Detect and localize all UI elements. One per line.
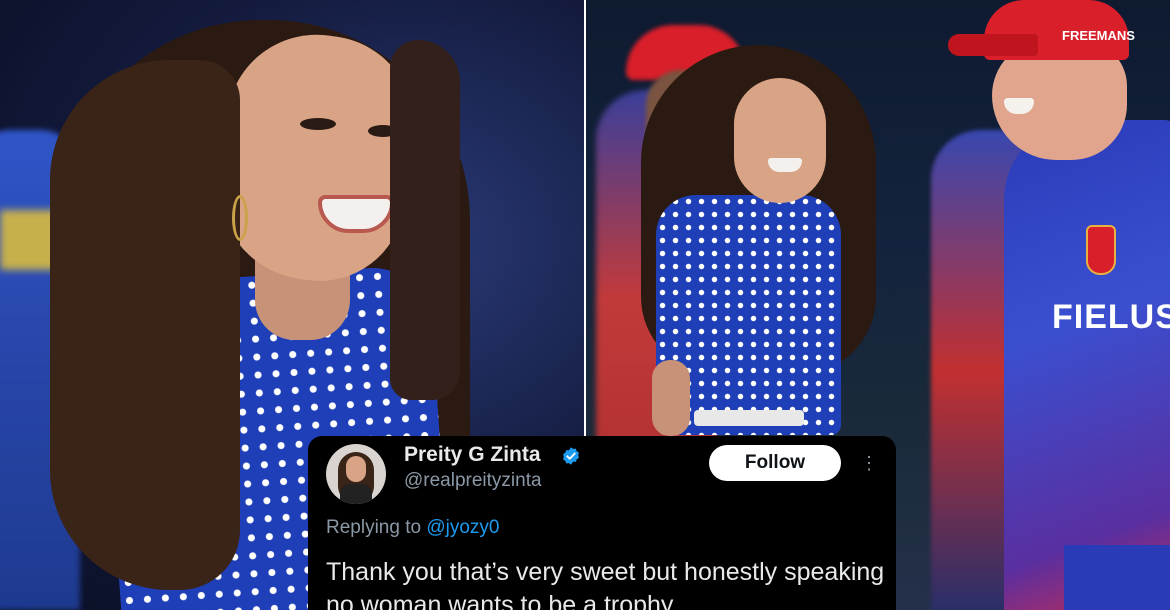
more-icon[interactable]: ⋮ — [860, 452, 878, 474]
man-cap-brim — [948, 34, 1038, 56]
woman-arm — [652, 360, 690, 436]
man-jersey-text: FIELUS — [1052, 298, 1170, 336]
woman-belt — [694, 410, 804, 426]
man-jersey — [1004, 120, 1170, 610]
avatar[interactable] — [326, 444, 386, 504]
eye-left — [300, 118, 336, 130]
tweet-card[interactable]: Preity G Zinta @realpreityzinta Follow ⋮… — [308, 436, 896, 610]
verified-badge-icon — [563, 447, 579, 465]
man-cap-text: FREEMANS — [1062, 28, 1135, 43]
replying-to-mention[interactable]: @jyozy0 — [426, 517, 499, 538]
team-logo — [1086, 225, 1116, 275]
hair-front-right — [390, 40, 460, 400]
earring — [232, 195, 248, 241]
hair-front-left — [50, 60, 240, 590]
tweet-text: Thank you that’s very sweet but honestly… — [326, 558, 885, 610]
display-name[interactable]: Preity G Zinta — [404, 443, 541, 467]
man-shorts — [1064, 545, 1170, 610]
follow-button[interactable]: Follow — [709, 445, 841, 481]
composite-image: FIELUS FREEMANS Preity G Zinta @realprei… — [0, 0, 1170, 610]
woman-face — [734, 78, 826, 203]
replying-to-line: Replying to @jyozy0 — [326, 517, 500, 539]
handle[interactable]: @realpreityzinta — [404, 470, 542, 492]
woman-smile — [768, 158, 802, 172]
replying-prefix: Replying to — [326, 517, 422, 538]
